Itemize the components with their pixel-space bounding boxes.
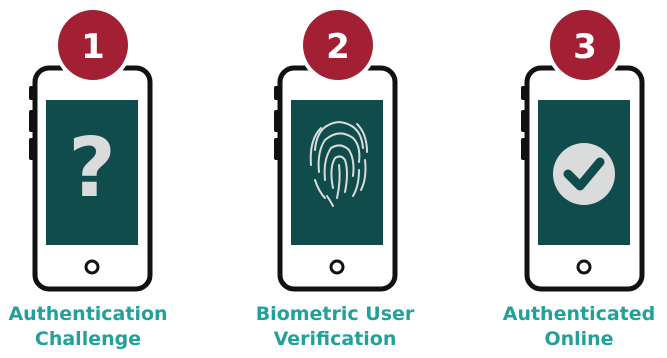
caption-line-2: Online — [544, 328, 614, 350]
caption-line-2: Challenge — [34, 328, 142, 350]
step-caption: Biometric User Verification — [235, 302, 435, 352]
step-2: 2 Biometric User Verification — [245, 0, 445, 358]
svg-text:?: ? — [68, 121, 116, 216]
question-mark-icon: ? — [68, 121, 116, 216]
step-badge: 2 — [299, 6, 377, 84]
phone-1: ? 1 — [29, 6, 153, 292]
step-caption: Authentication Challenge — [0, 302, 188, 352]
step-caption: Authenticated Online — [484, 302, 667, 352]
step-number: 2 — [326, 27, 350, 67]
step-1: ? 1 Authentication Challenge — [0, 0, 200, 358]
home-button — [84, 259, 100, 275]
step-number: 3 — [573, 27, 597, 67]
caption-line-2: Verification — [273, 328, 397, 350]
caption-line-1: Authentication — [8, 303, 168, 325]
home-button — [329, 259, 345, 275]
phone-3: 3 — [521, 6, 645, 292]
checkmark-circle-icon — [553, 143, 615, 205]
home-button — [576, 259, 592, 275]
phone-2: 2 — [274, 6, 398, 292]
caption-line-1: Biometric User — [255, 303, 415, 325]
step-badge: 3 — [546, 6, 624, 84]
step-number: 1 — [81, 27, 105, 67]
step-badge: 1 — [54, 6, 132, 84]
step-3: 3 Authenticated Online — [492, 0, 667, 358]
caption-line-1: Authenticated — [502, 303, 656, 325]
